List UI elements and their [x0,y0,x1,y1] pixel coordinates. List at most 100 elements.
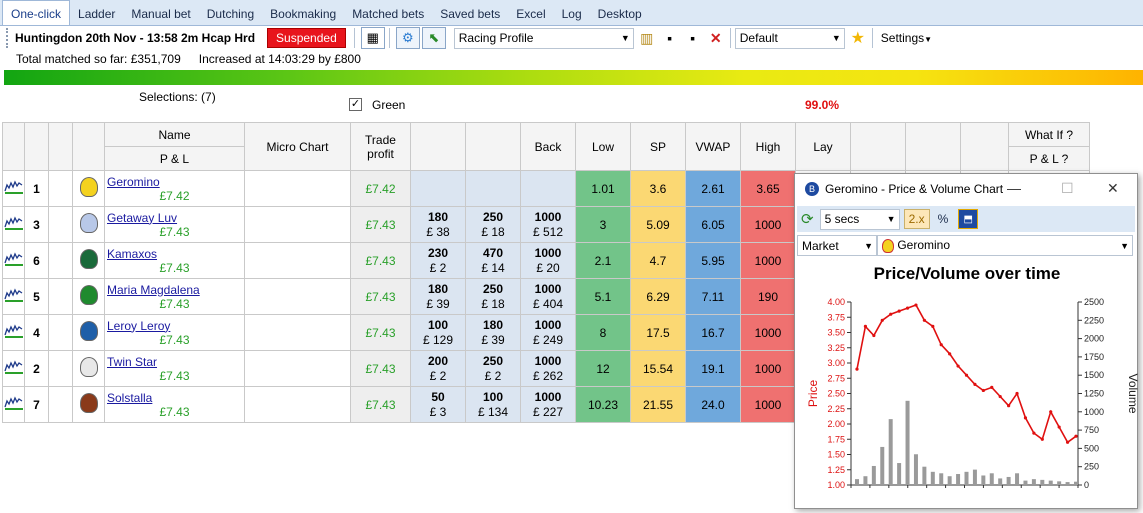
name-cell[interactable]: Kamaxos £7.43 [104,242,245,279]
close-icon[interactable]: ✕ [1107,180,1119,197]
col-header-high[interactable]: High [740,122,796,171]
back-price-3[interactable]: 50 £ 3 [410,386,466,423]
col-header-back[interactable]: Back [520,122,576,171]
runner-name[interactable]: Geromino [105,175,244,189]
star-icon[interactable]: ★ [848,28,868,48]
name-cell[interactable]: Solstalla £7.43 [104,386,245,423]
back-price-1[interactable]: 1000 £ 20 [520,242,576,279]
percent-toggle[interactable]: % [938,212,949,226]
back-price-1[interactable]: 1000 £ 227 [520,386,576,423]
tab-bookmaking[interactable]: Bookmaking [262,1,344,25]
settings-menu[interactable]: Settings▼ [881,31,932,45]
save-icon[interactable]: ▪ [660,28,680,48]
back-price-1[interactable]: 1000 £ 404 [520,278,576,315]
runner-select[interactable]: Geromino ▼ [877,235,1133,256]
name-cell[interactable]: Getaway Luv £7.43 [104,206,245,243]
toolbar-grip[interactable] [6,28,9,48]
profile-select[interactable]: Racing Profile ▼ [453,27,634,49]
runner-name[interactable]: Kamaxos [105,247,244,261]
graph-icon[interactable] [3,216,24,230]
back-price-3[interactable] [410,170,466,207]
micro-graph-cell[interactable] [2,278,25,315]
col-header-what-if[interactable]: What If ? [1008,122,1090,147]
tab-ladder[interactable]: Ladder [70,1,123,25]
back-price-2[interactable]: 250 £ 2 [465,350,521,387]
runner-name[interactable]: Twin Star [105,355,244,369]
back-price-2[interactable]: 100 £ 134 [465,386,521,423]
micro-graph-cell[interactable] [2,242,25,279]
trade-profit[interactable]: £7.43 [350,386,411,423]
delete-icon[interactable]: ✕ [706,28,726,48]
tab-matched-bets[interactable]: Matched bets [344,1,432,25]
back-price-3[interactable]: 180 £ 38 [410,206,466,243]
micro-graph-cell[interactable] [2,314,25,351]
tab-excel[interactable]: Excel [508,1,553,25]
minimize-icon[interactable]: — [1007,180,1021,196]
graph-icon[interactable] [3,252,24,266]
maximize-icon[interactable]: ☐ [1061,180,1074,197]
columns-icon[interactable]: ▥ [637,28,657,48]
save-as-icon[interactable]: ▪ [683,28,703,48]
trade-profit[interactable]: £7.43 [350,278,411,315]
trade-profit[interactable]: £7.42 [350,170,411,207]
name-cell[interactable]: Maria Magdalena £7.43 [104,278,245,315]
back-price-3[interactable]: 230 £ 2 [410,242,466,279]
settings-gear-icon[interactable]: ⚙ [395,27,420,49]
micro-graph-cell[interactable] [2,350,25,387]
micro-graph-cell[interactable] [2,386,25,423]
cursor-icon[interactable]: ⬉ [421,27,446,49]
green-checkbox[interactable]: ✓ [349,98,362,111]
col-header-lay[interactable]: Lay [795,122,851,171]
graph-icon[interactable] [3,288,24,302]
market-select[interactable]: Market ▼ [797,235,877,256]
col-header-low[interactable]: Low [575,122,631,171]
micro-graph-cell[interactable] [2,170,25,207]
runner-name[interactable]: Maria Magdalena [105,283,244,297]
name-cell[interactable]: Geromino £7.42 [104,170,245,207]
micro-graph-cell[interactable] [2,206,25,243]
col-header-pl-q[interactable]: P & L ? [1008,146,1090,171]
back-price-2[interactable]: 470 £ 14 [465,242,521,279]
runner-name[interactable]: Leroy Leroy [105,319,244,333]
col-header-micro-chart[interactable]: Micro Chart [244,122,351,171]
back-price-1[interactable] [520,170,576,207]
popup-titlebar[interactable]: B Geromino - Price & Volume Chart [795,174,1137,204]
col-header-name[interactable]: Name [104,122,245,147]
col-header-sp[interactable]: SP [630,122,686,171]
col-header-trade-profit[interactable]: Trade profit [350,122,411,171]
back-price-2[interactable]: 180 £ 39 [465,314,521,351]
back-price-2[interactable]: 250 £ 18 [465,278,521,315]
tab-desktop[interactable]: Desktop [590,1,650,25]
back-price-3[interactable]: 200 £ 2 [410,350,466,387]
back-price-1[interactable]: 1000 £ 262 [520,350,576,387]
interval-select[interactable]: 5 secs ▼ [819,208,900,230]
tab-manual-bet[interactable]: Manual bet [123,1,198,25]
back-price-1[interactable]: 1000 £ 512 [520,206,576,243]
trade-profit[interactable]: £7.43 [350,242,411,279]
back-price-2[interactable] [465,170,521,207]
graph-icon[interactable] [3,360,24,374]
trade-profit[interactable]: £7.43 [350,314,411,351]
pin-icon[interactable]: ⬒ [958,209,979,229]
runner-name[interactable]: Solstalla [105,391,244,405]
tab-one-click[interactable]: One-click [2,0,71,25]
name-cell[interactable]: Twin Star £7.43 [104,350,245,387]
back-price-1[interactable]: 1000 £ 249 [520,314,576,351]
trade-profit[interactable]: £7.43 [350,206,411,243]
name-cell[interactable]: Leroy Leroy £7.43 [104,314,245,351]
tab-dutching[interactable]: Dutching [199,1,262,25]
zoom-button[interactable]: 2.x [903,209,930,229]
staking-select[interactable]: Default ▼ [734,27,845,49]
grid-view-icon[interactable]: ▦ [360,27,385,49]
graph-icon[interactable] [3,180,24,194]
back-price-3[interactable]: 100 £ 129 [410,314,466,351]
back-price-2[interactable]: 250 £ 18 [465,206,521,243]
graph-icon[interactable] [3,396,24,410]
trade-profit[interactable]: £7.43 [350,350,411,387]
col-header-pl[interactable]: P & L [104,146,245,171]
tab-saved-bets[interactable]: Saved bets [432,1,508,25]
refresh-icon[interactable]: ⟳ [801,210,814,228]
runner-name[interactable]: Getaway Luv [105,211,244,225]
col-header-vwap[interactable]: VWAP [685,122,741,171]
tab-log[interactable]: Log [554,1,590,25]
